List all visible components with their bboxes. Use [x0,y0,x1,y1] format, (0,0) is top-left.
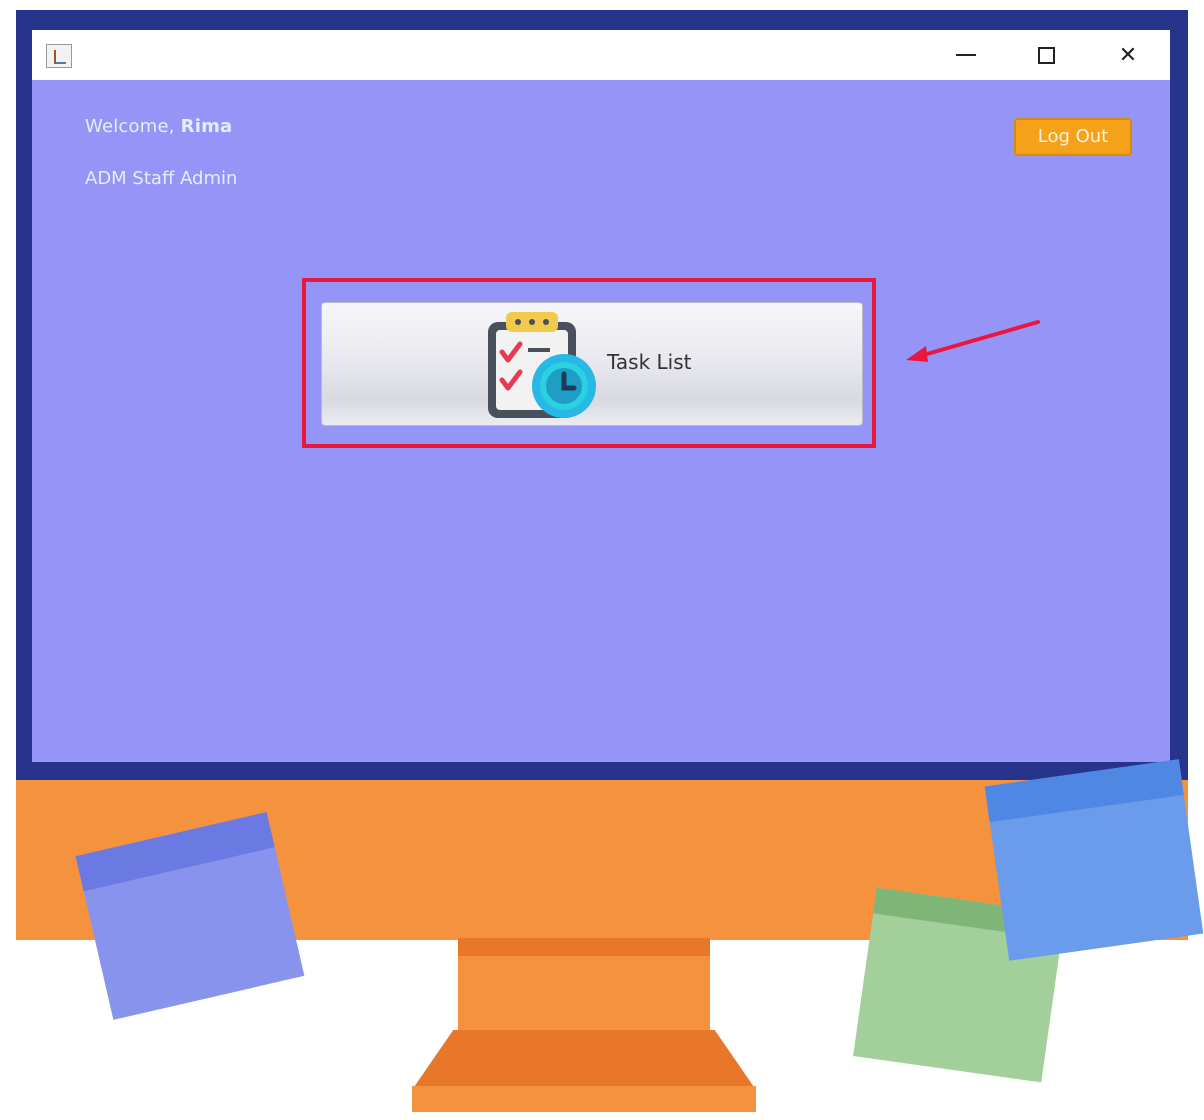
user-name: Rima [180,116,233,137]
monitor-stand-shade [458,938,710,956]
app-window: ✕ Welcome, Rima ADM Staff Admin Log Out T… [32,30,1170,762]
maximize-button[interactable] [1024,36,1068,74]
minimize-icon [956,54,976,56]
close-button[interactable]: ✕ [1106,36,1150,74]
role-text: ADM Staff Admin [85,168,238,189]
java-app-icon [46,44,72,68]
annotation-arrow-icon [906,320,1040,362]
scene: ✕ Welcome, Rima ADM Staff Admin Log Out T… [0,0,1204,1120]
sticky-note-blue [984,759,1204,961]
task-list-label: Task List [607,350,692,374]
log-out-button[interactable]: Log Out [1014,118,1132,156]
maximize-icon [1037,46,1055,64]
task-list-clock-icon [488,312,596,418]
close-icon: ✕ [1118,42,1138,68]
minimize-button[interactable] [944,36,988,74]
title-bar: ✕ [32,30,1170,80]
monitor-stand-base [412,1086,756,1112]
monitor-stand-foot [412,1030,756,1090]
welcome-text: Welcome, Rima [85,116,232,137]
welcome-prefix: Welcome, [85,116,175,137]
